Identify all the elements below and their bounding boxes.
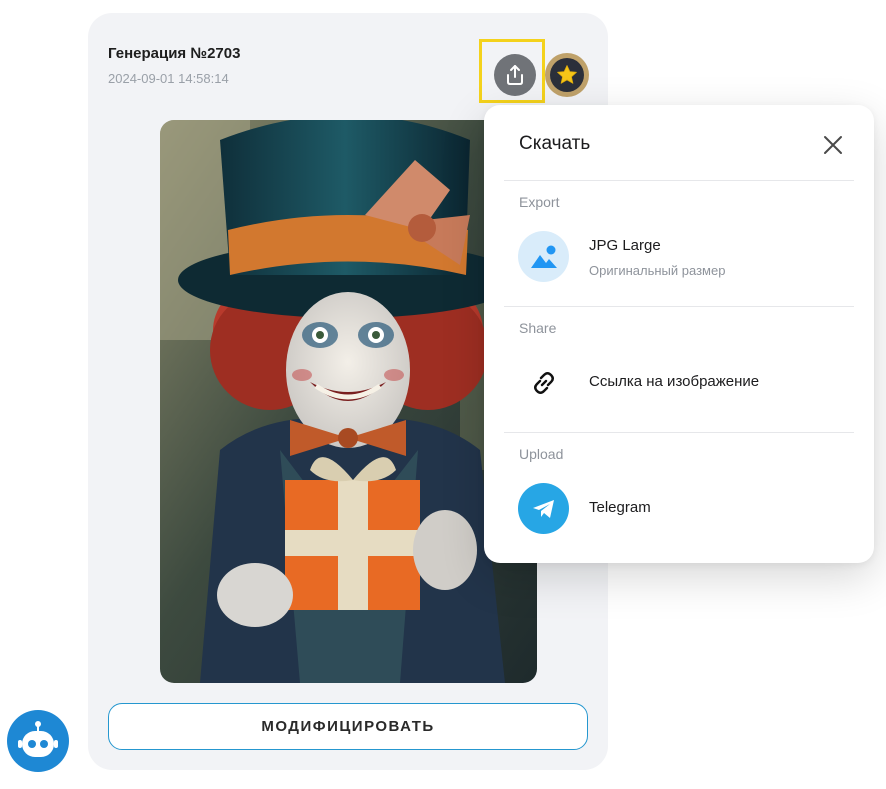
close-icon bbox=[824, 136, 842, 154]
generation-title: Генерация №2703 bbox=[108, 45, 241, 62]
bot-assistant-button[interactable] bbox=[7, 710, 69, 772]
generation-date: 2024-09-01 14:58:14 bbox=[108, 71, 229, 86]
image-icon bbox=[530, 245, 557, 268]
divider bbox=[504, 432, 854, 433]
close-button[interactable] bbox=[820, 132, 846, 158]
option-title: Ссылка на изображение bbox=[589, 373, 760, 390]
divider bbox=[504, 180, 854, 181]
divider bbox=[504, 306, 854, 307]
option-title: JPG Large bbox=[589, 237, 661, 254]
section-label-export: Export bbox=[519, 194, 560, 210]
option-subtitle: Оригинальный размер bbox=[589, 263, 726, 278]
star-icon bbox=[557, 65, 577, 84]
telegram-icon bbox=[532, 499, 554, 518]
section-label-upload: Upload bbox=[519, 446, 564, 462]
share-upload-icon bbox=[507, 65, 523, 85]
link-icon-wrap bbox=[518, 357, 569, 408]
share-button[interactable] bbox=[494, 54, 536, 96]
robot-icon bbox=[18, 721, 58, 757]
favorite-button-inner bbox=[550, 58, 584, 92]
favorite-button[interactable] bbox=[545, 53, 589, 97]
image-icon-wrap bbox=[518, 231, 569, 282]
popup-title: Скачать bbox=[519, 133, 591, 154]
mad-hatter-illustration bbox=[160, 120, 537, 683]
section-label-share: Share bbox=[519, 320, 557, 336]
telegram-icon-wrap bbox=[518, 483, 569, 534]
modify-button[interactable]: МОДИФИЦИРОВАТЬ bbox=[108, 703, 588, 750]
generated-image[interactable] bbox=[160, 120, 537, 683]
download-popup: Скачать Export JPG Large Оригинальный ра… bbox=[484, 105, 874, 563]
link-icon bbox=[533, 371, 554, 394]
option-title: Telegram bbox=[589, 499, 651, 516]
